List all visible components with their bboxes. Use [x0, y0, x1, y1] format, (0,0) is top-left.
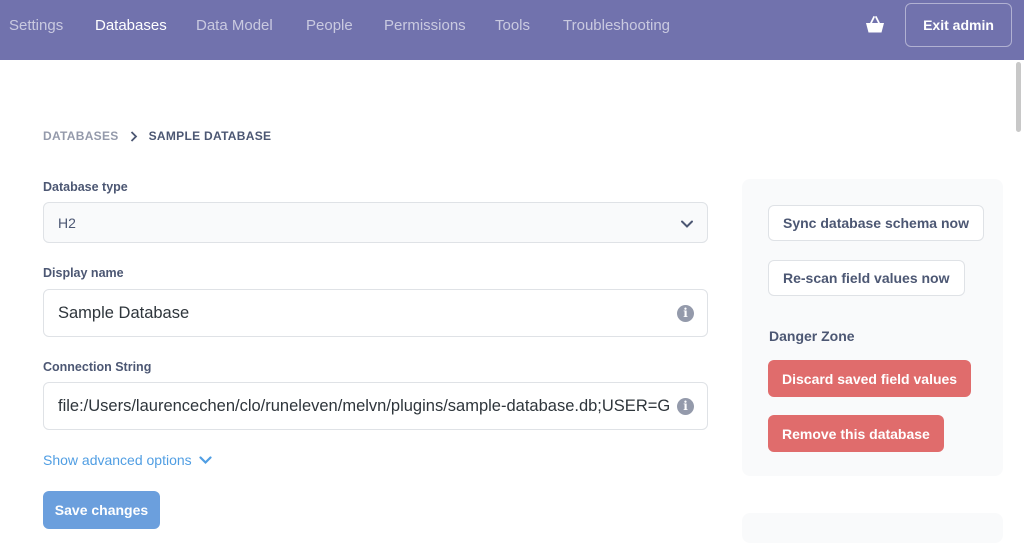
- shopping-basket-icon[interactable]: [864, 14, 886, 36]
- show-advanced-options-toggle[interactable]: Show advanced options: [43, 452, 212, 468]
- chevron-down-icon: [680, 217, 694, 229]
- info-icon[interactable]: i: [677, 304, 694, 322]
- database-type-select[interactable]: H2: [43, 202, 708, 243]
- nav-item-settings[interactable]: Settings: [9, 0, 63, 52]
- save-changes-button[interactable]: Save changes: [43, 491, 160, 529]
- sync-schema-button[interactable]: Sync database schema now: [768, 205, 984, 241]
- database-type-label: Database type: [43, 180, 128, 194]
- secondary-panel: [742, 513, 1003, 543]
- info-icon[interactable]: i: [677, 397, 694, 415]
- show-advanced-options-label: Show advanced options: [43, 452, 192, 468]
- rescan-field-values-button[interactable]: Re-scan field values now: [768, 260, 965, 296]
- chevron-right-icon: [119, 130, 149, 142]
- database-type-value: H2: [58, 214, 76, 231]
- breadcrumb: DATABASES SAMPLE DATABASE: [43, 129, 271, 143]
- database-actions-panel: Sync database schema now Re-scan field v…: [742, 179, 1003, 476]
- nav-item-permissions[interactable]: Permissions: [384, 0, 466, 52]
- display-name-label: Display name: [43, 266, 124, 280]
- connection-string-label: Connection String: [43, 360, 152, 374]
- nav-item-troubleshooting[interactable]: Troubleshooting: [563, 0, 670, 52]
- breadcrumb-databases-link[interactable]: DATABASES: [43, 129, 119, 143]
- connection-string-value: file:/Users/laurencechen/clo/runeleven/m…: [58, 396, 670, 415]
- chevron-down-icon: [199, 455, 212, 464]
- danger-zone-title: Danger Zone: [769, 328, 855, 344]
- exit-admin-button[interactable]: Exit admin: [905, 3, 1012, 47]
- breadcrumb-current: SAMPLE DATABASE: [148, 129, 272, 143]
- nav-item-data-model[interactable]: Data Model: [196, 0, 273, 52]
- remove-database-button[interactable]: Remove this database: [768, 415, 944, 452]
- display-name-value: Sample Database: [58, 303, 190, 322]
- discard-field-values-button[interactable]: Discard saved field values: [768, 360, 972, 397]
- page-scrollbar[interactable]: [1016, 62, 1021, 132]
- connection-string-input[interactable]: file:/Users/laurencechen/clo/runeleven/m…: [43, 382, 708, 430]
- display-name-input[interactable]: Sample Database i: [43, 289, 708, 337]
- admin-top-nav: Settings Databases Data Model People Per…: [0, 0, 1024, 60]
- nav-item-tools[interactable]: Tools: [495, 0, 530, 52]
- nav-item-databases[interactable]: Databases: [95, 0, 167, 52]
- nav-item-people[interactable]: People: [306, 0, 353, 52]
